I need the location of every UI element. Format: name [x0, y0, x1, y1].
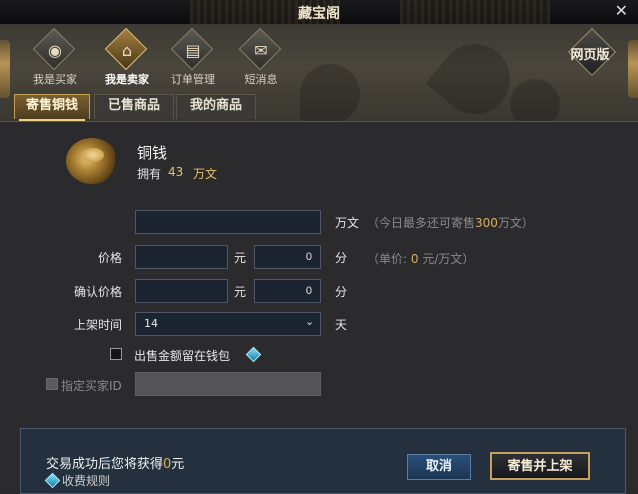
title-bar: 藏宝阁 ✕: [0, 0, 638, 25]
web-version-button[interactable]: 网页版: [560, 27, 620, 90]
nav-messages-label: 短消息: [244, 73, 278, 86]
keep-in-wallet-checkbox[interactable]: [110, 348, 122, 360]
leaf-decoration: [500, 69, 570, 121]
price-fen-unit: 分: [335, 251, 348, 265]
cancel-button[interactable]: 取消: [407, 454, 471, 480]
confirm-price-yuan-unit: 元: [234, 285, 247, 299]
buyer-id-label: 指定买家ID: [61, 379, 122, 393]
own-label: 拥有: [137, 167, 162, 181]
listing-time-select[interactable]: 14: [135, 312, 321, 336]
listing-time-label: 上架时间: [73, 318, 122, 332]
buyer-id-input[interactable]: [135, 372, 321, 396]
tab-my-items[interactable]: 我的商品: [176, 94, 256, 119]
nav-buyer[interactable]: ◉ 我是买家: [24, 27, 86, 90]
nav-buyer-label: 我是买家: [33, 73, 77, 86]
listing-time-unit: 天: [335, 318, 348, 332]
tab-consign-coins[interactable]: 寄售铜钱: [14, 94, 90, 121]
header-band: ◉ 我是买家 ⌂ 我是卖家 ▤ 订单管理 ✉ 短消息 网页版 寄售铜钱 已售商品…: [0, 24, 638, 122]
amount-unit: 万文: [335, 216, 360, 230]
unit-price-hint: （单价: 0 元/万文）: [367, 252, 475, 266]
item-name: 铜钱: [137, 144, 168, 162]
amount-input[interactable]: [135, 210, 321, 234]
price-fen-input[interactable]: [254, 245, 321, 269]
gain-text: 交易成功后您将获得0元: [46, 457, 185, 472]
leaf-decoration: [300, 64, 360, 121]
confirm-price-fen-unit: 分: [335, 285, 348, 299]
own-value: 43: [168, 165, 184, 179]
chevron-down-icon: ⌄: [305, 315, 315, 328]
amount-hint: （今日最多还可寄售300万文）: [367, 216, 534, 230]
price-yuan-unit: 元: [234, 251, 247, 265]
window-title: 藏宝阁: [298, 6, 340, 22]
nav-orders[interactable]: ▤ 订单管理: [162, 27, 224, 90]
nav-orders-label: 订单管理: [171, 73, 215, 86]
fee-rules-link[interactable]: 收费规则: [62, 472, 110, 489]
nav-seller-label: 我是卖家: [105, 73, 149, 86]
buyer-id-checkbox[interactable]: [46, 378, 58, 390]
confirm-price-yuan-input[interactable]: [135, 279, 228, 303]
nav-seller[interactable]: ⌂ 我是卖家: [96, 27, 158, 90]
close-icon[interactable]: ✕: [615, 1, 628, 20]
confirm-price-label: 确认价格: [73, 285, 122, 299]
keep-in-wallet-label: 出售金额留在钱包: [134, 349, 231, 363]
price-yuan-input[interactable]: [135, 245, 228, 269]
own-unit: 万文: [193, 167, 218, 181]
tab-sold-items[interactable]: 已售商品: [94, 94, 174, 119]
confirm-price-fen-input[interactable]: [254, 279, 321, 303]
consign-and-list-button[interactable]: 寄售并上架: [490, 452, 590, 480]
nav-messages[interactable]: ✉ 短消息: [230, 27, 292, 90]
lantern-left: [0, 40, 10, 98]
copper-coins-icon: [66, 138, 118, 184]
lantern-right: [628, 40, 638, 98]
price-label: 价格: [97, 251, 122, 265]
